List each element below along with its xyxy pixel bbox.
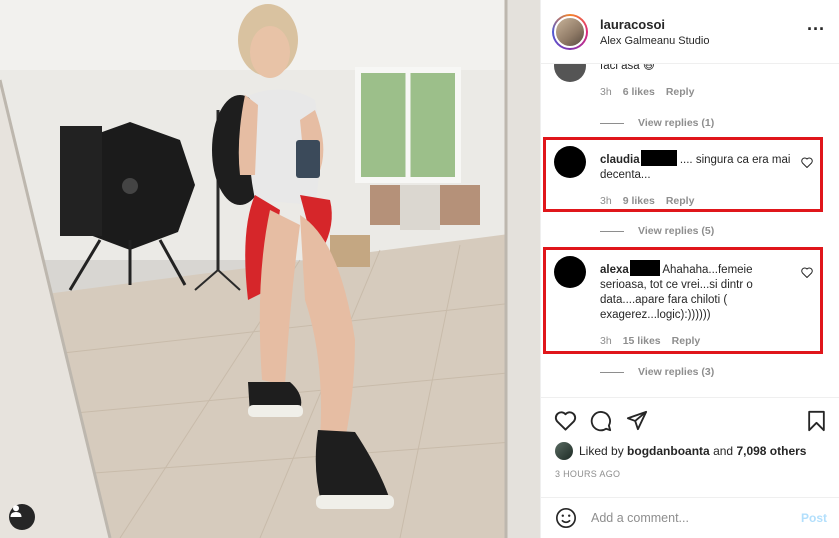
comment-username[interactable]: claudia <box>600 154 640 166</box>
comment-icon[interactable] <box>590 410 612 432</box>
comment-avatar[interactable] <box>554 64 586 82</box>
liked-by-prefix: Liked by <box>579 444 624 458</box>
bookmark-icon[interactable] <box>807 410 826 432</box>
comment-username[interactable]: alexa <box>600 264 629 276</box>
post-comment-button[interactable]: Post <box>801 511 827 525</box>
more-horizontal-icon[interactable]: ··· <box>807 20 825 38</box>
liker-avatar[interactable] <box>555 442 573 460</box>
comment-likes[interactable]: 15 likes <box>623 335 661 347</box>
comment-time[interactable]: 3h <box>600 195 612 207</box>
comment-body: alexa Ahahaha...femeie serioasa, tot ce … <box>600 260 798 323</box>
comment-time[interactable]: 3h <box>600 335 612 347</box>
tagged-users-button[interactable] <box>9 504 35 530</box>
comment-reply-button[interactable]: Reply <box>672 335 701 347</box>
post-actions: Liked by bogdanboanta and 7,098 others 3… <box>541 397 839 497</box>
add-comment-bar: Add a comment... Post <box>541 497 839 538</box>
comment-input[interactable]: Add a comment... <box>591 511 801 525</box>
liked-by-user[interactable]: bogdanboanta <box>627 444 710 458</box>
share-icon[interactable] <box>626 410 648 431</box>
comment-likes[interactable]: 6 likes <box>623 86 655 98</box>
comment-reply-button[interactable]: Reply <box>666 195 695 207</box>
liked-by-others[interactable]: 7,098 others <box>736 444 806 458</box>
comment-text: faci asa 😆 <box>600 64 655 72</box>
author-username[interactable]: lauracosoi <box>600 17 709 32</box>
view-replies-button[interactable]: View replies (5) <box>600 225 714 237</box>
liked-by-and: and <box>713 444 734 458</box>
post-side-panel: lauracosoi Alex Galmeanu Studio ··· faci… <box>540 0 839 538</box>
author-avatar[interactable] <box>552 13 588 50</box>
post-timestamp[interactable]: 3 HOURS AGO <box>555 469 620 479</box>
heart-icon[interactable] <box>554 410 577 431</box>
comment-time[interactable]: 3h <box>600 86 612 98</box>
heart-icon[interactable] <box>801 157 813 168</box>
redaction-box <box>629 260 660 276</box>
liked-by-summary: Liked by bogdanboanta and 7,098 others <box>555 442 806 460</box>
emoji-icon[interactable] <box>555 507 577 529</box>
comment-reply-button[interactable]: Reply <box>666 86 695 98</box>
comment-avatar[interactable] <box>554 256 586 288</box>
comment-avatar[interactable] <box>554 146 586 178</box>
comment-body: claudia .... singura ca era mai decenta.… <box>600 150 798 183</box>
post-photo <box>0 0 540 538</box>
comment-likes[interactable]: 9 likes <box>623 195 655 207</box>
photo-illustration <box>0 0 540 538</box>
person-icon <box>10 505 22 517</box>
view-replies-button[interactable]: View replies (3) <box>600 366 714 378</box>
heart-icon[interactable] <box>801 267 813 278</box>
post-location[interactable]: Alex Galmeanu Studio <box>600 35 709 47</box>
view-replies-button[interactable]: View replies (1) <box>600 117 714 129</box>
redaction-box <box>640 150 677 166</box>
post-header: lauracosoi Alex Galmeanu Studio ··· <box>541 0 839 64</box>
comments-list: faci asa 😆 3h 6 likes Reply View replies… <box>541 64 839 397</box>
